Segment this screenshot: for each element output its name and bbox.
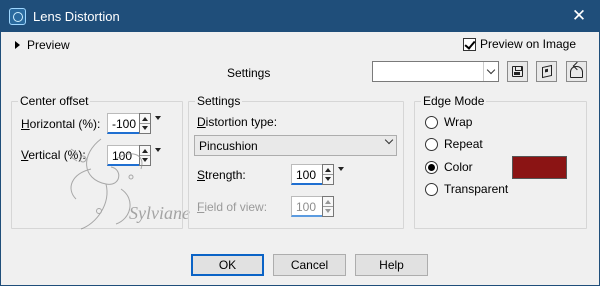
- app-icon: [9, 8, 26, 25]
- wrap-label: Wrap: [444, 115, 473, 129]
- spin-dropdown-icon[interactable]: [155, 116, 161, 120]
- help-button[interactable]: Help: [355, 254, 428, 276]
- transparent-label: Transparent: [444, 182, 509, 196]
- presets-label: Settings: [227, 66, 271, 80]
- preview-on-image-checkbox[interactable]: Preview on Image: [462, 37, 576, 51]
- distortion-type-label: Distortion type:: [197, 115, 278, 129]
- lens-distortion-dialog: Lens Distortion ✕ Preview Preview on Ima…: [0, 0, 600, 286]
- spin-dropdown-icon[interactable]: [338, 167, 344, 171]
- radio-button[interactable]: [425, 137, 438, 151]
- edge-color-swatch[interactable]: [512, 156, 567, 179]
- edge-mode-repeat-radio[interactable]: Repeat: [425, 137, 483, 151]
- radio-button[interactable]: [425, 160, 438, 174]
- presets-row: Settings: [1, 60, 599, 86]
- field-of-view-label: Field of view:: [197, 200, 268, 214]
- edge-mode-transparent-radio[interactable]: Transparent: [425, 182, 508, 196]
- radio-button[interactable]: [425, 182, 438, 196]
- center-offset-title: Center offset: [18, 94, 91, 108]
- radio-button[interactable]: [425, 115, 438, 129]
- repeat-label: Repeat: [444, 137, 483, 151]
- preview-on-image-label: Preview on Image: [479, 37, 576, 51]
- preset-options-button[interactable]: [536, 61, 557, 82]
- close-icon[interactable]: ✕: [567, 5, 591, 27]
- checkbox-box[interactable]: [462, 37, 476, 51]
- cancel-button[interactable]: Cancel: [273, 254, 346, 276]
- expand-triangle-icon: [15, 41, 20, 49]
- strength-value: 100: [296, 168, 317, 182]
- color-label: Color: [444, 160, 473, 174]
- cube-icon: [542, 64, 552, 79]
- spin-arrows-icon: [322, 196, 334, 217]
- distortion-type-value: Pincushion: [199, 139, 258, 153]
- watermark-text: Sylviane: [129, 203, 190, 223]
- spin-arrows-icon[interactable]: [322, 164, 334, 185]
- edge-mode-wrap-radio[interactable]: Wrap: [425, 115, 472, 129]
- settings-group-title: Settings: [195, 94, 243, 108]
- strength-spinbox[interactable]: 100: [291, 164, 344, 185]
- ok-button[interactable]: OK: [191, 254, 264, 276]
- save-icon: [512, 66, 523, 77]
- preview-row: Preview Preview on Image: [1, 32, 599, 60]
- edge-mode-color-radio[interactable]: Color: [425, 160, 473, 174]
- distortion-type-dropdown[interactable]: Pincushion: [194, 135, 397, 156]
- presets-dropdown[interactable]: [372, 61, 499, 82]
- reset-button[interactable]: [566, 61, 587, 82]
- reset-icon: [570, 66, 583, 78]
- chevron-down-icon[interactable]: [483, 62, 498, 81]
- preview-toggle[interactable]: Preview: [15, 38, 70, 52]
- title-bar[interactable]: Lens Distortion ✕: [1, 1, 599, 32]
- field-of-view-spinbox: 100: [291, 196, 334, 217]
- window-title: Lens Distortion: [33, 9, 120, 24]
- field-of-view-value: 100: [296, 200, 317, 214]
- strength-label: Strength:: [197, 168, 246, 182]
- preview-toggle-label: Preview: [27, 38, 70, 52]
- save-preset-button[interactable]: [507, 61, 528, 82]
- edge-mode-title: Edge Mode: [421, 94, 487, 108]
- settings-group: Settings Distortion type: Pincushion Str…: [188, 94, 404, 229]
- chevron-down-icon[interactable]: [384, 135, 394, 145]
